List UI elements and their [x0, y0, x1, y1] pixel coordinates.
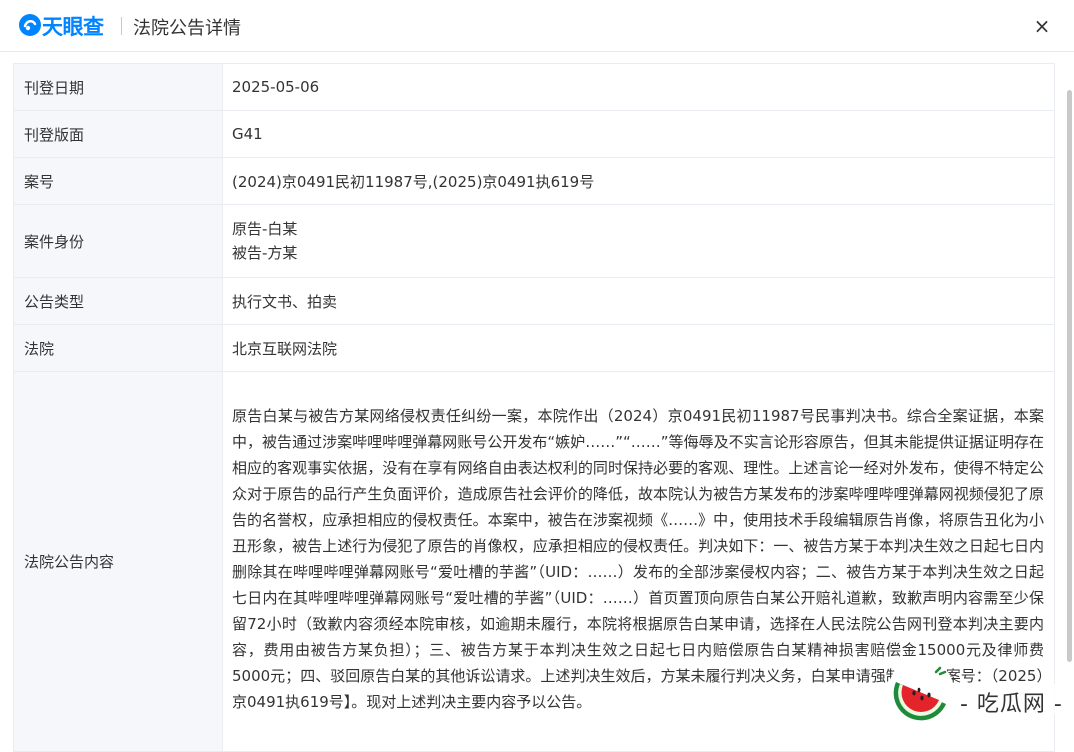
vertical-scrollbar[interactable]	[1067, 90, 1072, 662]
table-row-publish-date: 刊登日期 2025-05-06	[13, 63, 1055, 111]
dialog-header: 天眼查 法院公告详情 ×	[0, 0, 1074, 52]
publish-page-value: G41	[222, 110, 1055, 158]
case-number-label: 案号	[13, 157, 223, 205]
table-row-court: 法院 北京互联网法院	[13, 324, 1055, 372]
table-row-publish-page: 刊登版面 G41	[13, 110, 1055, 158]
table-row-parties: 案件身份 原告-白某 被告-方某	[13, 204, 1055, 278]
brand-logo-text: 天眼查	[42, 15, 104, 39]
header-divider	[121, 17, 122, 35]
dialog-content: 刊登日期 2025-05-06 刊登版面 G41 案号 (2024)京0491民…	[0, 52, 1074, 752]
notice-detail-table: 刊登日期 2025-05-06 刊登版面 G41 案号 (2024)京0491民…	[13, 63, 1055, 752]
parties-value: 原告-白某 被告-方某	[222, 204, 1055, 278]
table-row-notice-type: 公告类型 执行文书、拍卖	[13, 277, 1055, 325]
case-number-value: (2024)京0491民初11987号,(2025)京0491执619号	[222, 157, 1055, 205]
notice-type-label: 公告类型	[13, 277, 223, 325]
dialog-title: 法院公告详情	[133, 18, 241, 39]
defendant-value: 被告-方某	[232, 244, 298, 262]
publish-page-label: 刊登版面	[13, 110, 223, 158]
table-row-case-number: 案号 (2024)京0491民初11987号,(2025)京0491执619号	[13, 157, 1055, 205]
watermark: - 吃瓜网 -	[882, 658, 1074, 732]
court-label: 法院	[13, 324, 223, 372]
notice-content-label: 法院公告内容	[13, 371, 223, 752]
publish-date-value: 2025-05-06	[222, 63, 1055, 111]
watermelon-icon	[893, 666, 947, 721]
plaintiff-value: 原告-白某	[232, 220, 298, 238]
tianyancha-logo-icon	[19, 14, 41, 36]
publish-date-label: 刊登日期	[13, 63, 223, 111]
court-value: 北京互联网法院	[222, 324, 1055, 372]
parties-label: 案件身份	[13, 204, 223, 278]
notice-type-value: 执行文书、拍卖	[222, 277, 1055, 325]
watermark-text: - 吃瓜网 -	[960, 692, 1063, 717]
close-button[interactable]: ×	[1030, 14, 1054, 38]
